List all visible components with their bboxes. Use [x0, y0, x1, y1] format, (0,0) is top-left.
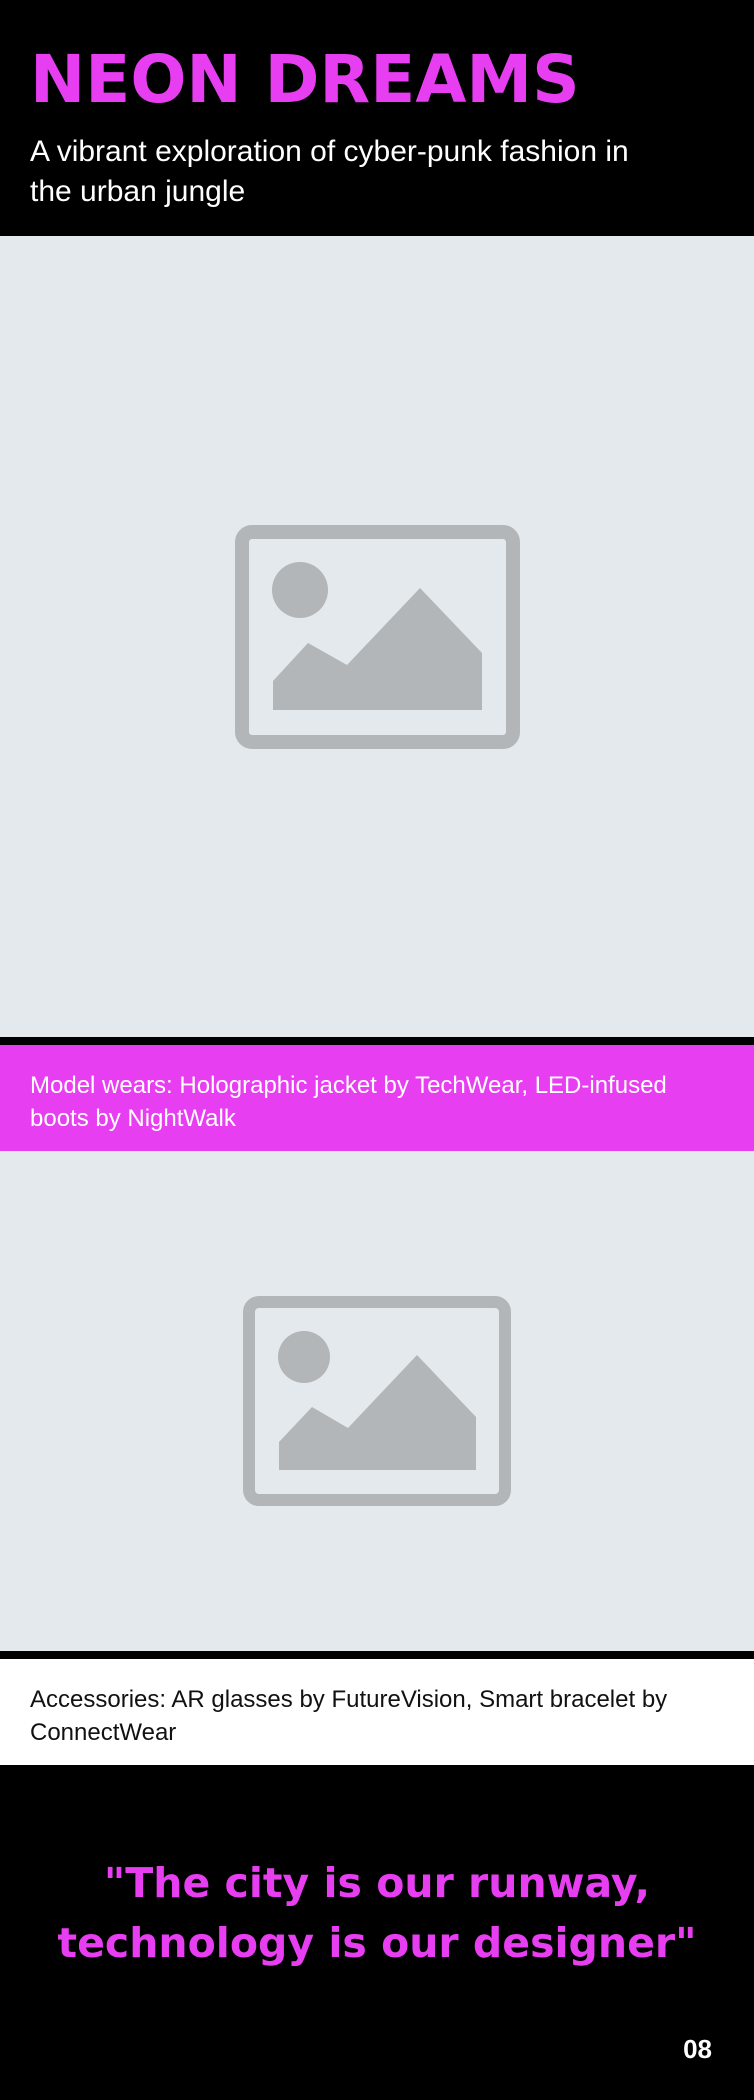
divider	[0, 1037, 754, 1045]
fashion-image-1	[0, 236, 754, 1037]
quote-section: "The city is our runway, technology is o…	[0, 1765, 754, 2100]
image-placeholder-icon	[243, 1296, 511, 1506]
pull-quote: "The city is our runway, technology is o…	[57, 1859, 697, 1967]
header: NEON DREAMS A vibrant exploration of cyb…	[0, 0, 754, 236]
image-placeholder-icon	[234, 524, 520, 749]
page-subtitle: A vibrant exploration of cyber-punk fash…	[30, 135, 629, 208]
outfit-caption: Model wears: Holographic jacket by TechW…	[0, 1045, 754, 1151]
accessories-caption: Accessories: AR glasses by FutureVision,…	[0, 1659, 754, 1765]
page-title: NEON DREAMS	[30, 41, 580, 118]
divider	[0, 1651, 754, 1659]
page-number: 08	[683, 2034, 712, 2064]
fashion-image-2	[0, 1151, 754, 1651]
